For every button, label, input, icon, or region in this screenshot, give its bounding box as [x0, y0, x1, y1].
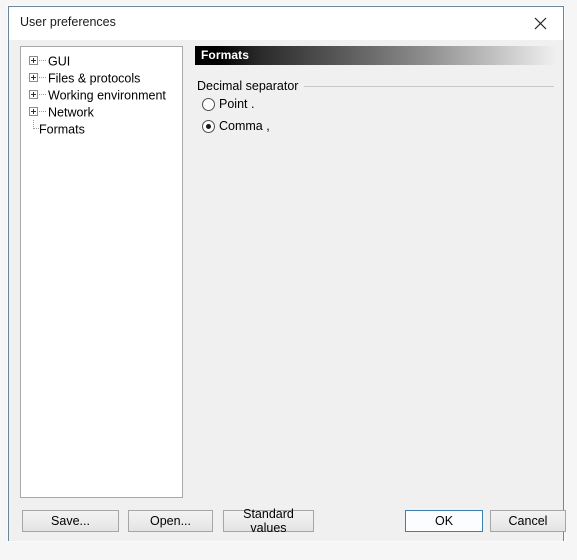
decimal-separator-group: Decimal separator Point . Comma ,: [195, 79, 556, 137]
radio-option-comma[interactable]: Comma ,: [202, 115, 556, 137]
tree-item-network[interactable]: Network: [21, 104, 182, 121]
tree-item-formats[interactable]: Formats: [21, 120, 182, 138]
tree-item-files-protocols[interactable]: Files & protocols: [21, 70, 182, 87]
radio-button-icon[interactable]: [202, 97, 215, 111]
tree-connector-icon: [39, 94, 46, 96]
tree-item-working-environment[interactable]: Working environment: [21, 87, 182, 104]
tree-item-label: Working environment: [48, 88, 166, 103]
tree-connector-icon: [39, 60, 46, 62]
section-header-title: Formats: [201, 48, 250, 62]
tree-item-label: GUI: [48, 54, 71, 69]
title-bar: User preferences: [9, 7, 563, 41]
close-icon[interactable]: [518, 7, 563, 39]
group-title-row: Decimal separator: [195, 79, 556, 93]
content-pane: Formats Decimal separator Point . Comma …: [195, 41, 556, 541]
tree-item-label: Files & protocols: [48, 71, 141, 86]
expand-plus-icon[interactable]: [29, 56, 38, 66]
radio-option-label: Point .: [219, 97, 255, 111]
ok-button[interactable]: OK: [405, 510, 483, 532]
tree-item-label: Network: [48, 105, 94, 120]
expand-plus-icon[interactable]: [29, 107, 38, 117]
dialog-footer: Save... Open... Standard values OK Cance…: [9, 503, 566, 541]
cancel-button[interactable]: Cancel: [490, 510, 566, 532]
tree-item-label: Formats: [39, 122, 85, 137]
tree-connector-icon: [39, 77, 46, 79]
standard-values-button[interactable]: Standard values: [223, 507, 314, 535]
section-header-bar: Formats: [195, 46, 556, 65]
save-button[interactable]: Save...: [22, 510, 119, 532]
preferences-tree: GUI Files & protocols Working environmen…: [21, 47, 182, 138]
dialog-body: GUI Files & protocols Working environmen…: [9, 41, 566, 541]
tree-connector-icon: [39, 111, 46, 113]
tree-leaf-connector-icon: [29, 120, 39, 133]
expand-plus-icon[interactable]: [29, 90, 38, 100]
radio-button-selected-icon[interactable]: [202, 119, 215, 133]
preferences-tree-panel[interactable]: GUI Files & protocols Working environmen…: [20, 46, 183, 498]
expand-plus-icon[interactable]: [29, 73, 38, 83]
tree-item-gui[interactable]: GUI: [21, 53, 182, 70]
open-button[interactable]: Open...: [128, 510, 213, 532]
radio-option-point[interactable]: Point .: [202, 93, 556, 115]
group-divider: [303, 86, 554, 87]
window-title: User preferences: [20, 15, 116, 29]
group-title: Decimal separator: [197, 79, 305, 93]
user-preferences-dialog: User preferences GUI Files & protocols W…: [8, 6, 566, 541]
radio-option-label: Comma ,: [219, 119, 270, 133]
